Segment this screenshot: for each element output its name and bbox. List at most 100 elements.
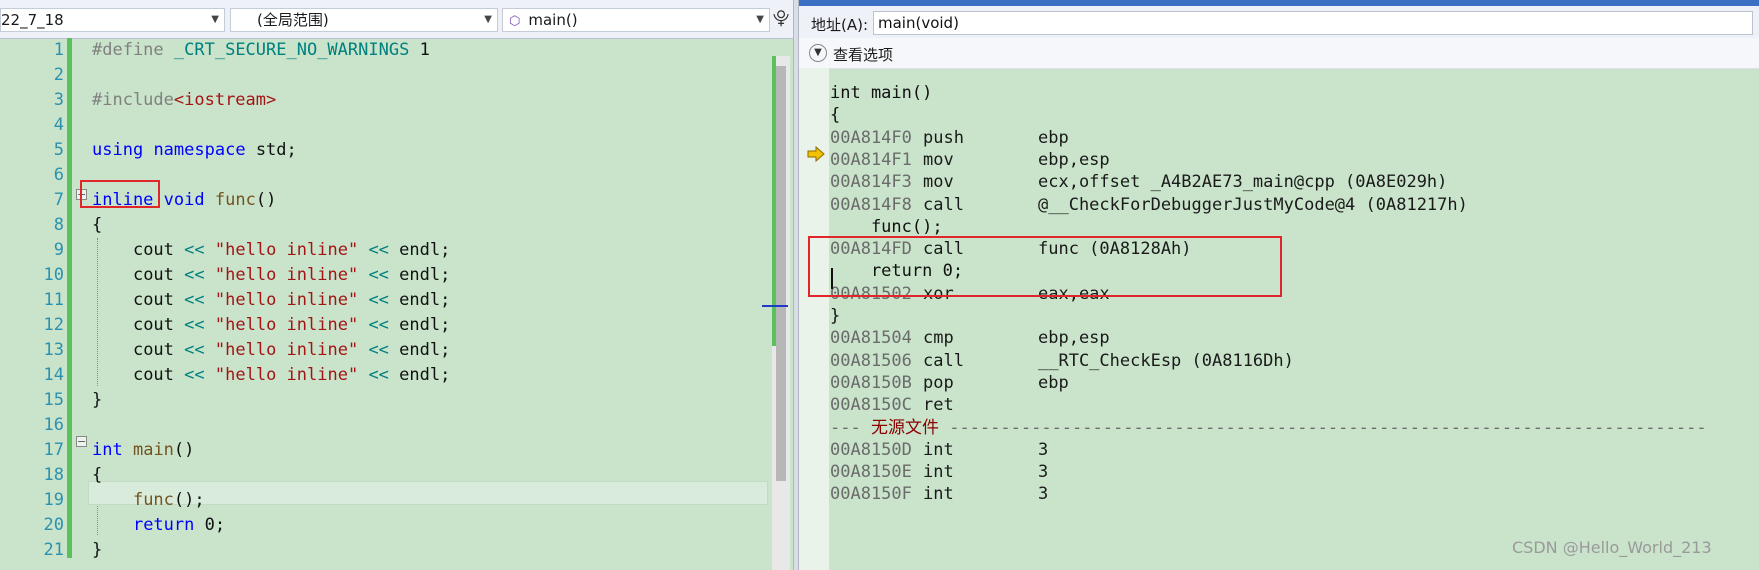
code-line-14: cout << "hello inline" << endl; — [132, 365, 451, 385]
line-number: 12 — [43, 315, 64, 335]
line-number-gutter: 1 2 3 4 5 6 7 8 9 10 11 12 13 14 15 16 17 18 19 20 21 — [0, 38, 64, 570]
code-line-5: using namespace std; — [92, 140, 297, 160]
execution-pointer-arrow-icon — [807, 146, 825, 162]
code-line-21: } — [92, 540, 103, 560]
line-number: 6 — [53, 165, 64, 185]
instruction-row: 00A814F0 push ebp — [830, 126, 1069, 151]
instruction-operands: ebp — [1038, 372, 1069, 393]
line-number: 2 — [53, 65, 64, 85]
chevron-down-icon: ▼ — [211, 14, 219, 25]
instruction-address: 00A8150E — [830, 462, 912, 483]
code-line-3: #include<iostream> — [92, 90, 277, 110]
address-input[interactable]: main(void) — [873, 11, 1753, 35]
watermark: CSDN @Hello_World_213 — [1512, 538, 1712, 557]
split-window-icon[interactable]: ⯓ — [772, 9, 790, 31]
line-number: 14 — [43, 365, 64, 385]
instruction-address: 00A81504 — [830, 328, 912, 349]
line-number: 8 — [53, 215, 64, 235]
line-number: 4 — [53, 115, 64, 135]
instruction-operands: ebp,esp — [1038, 328, 1110, 349]
instruction-operands: 3 — [1038, 484, 1049, 505]
chevron-down-icon: ▼ — [756, 14, 764, 25]
line-number: 9 — [53, 240, 64, 260]
instruction-row: 00A81504 cmp ebp,esp — [830, 326, 1110, 351]
source-line-text: { — [830, 105, 841, 126]
line-number: 20 — [43, 515, 64, 535]
function-dropdown[interactable]: ⬡ main() ▼ — [502, 8, 770, 32]
instruction-mnemonic: call — [923, 194, 964, 215]
function-dropdown-value: main() — [528, 11, 578, 29]
instruction-address: 00A8150B — [830, 372, 912, 393]
instruction-address: 00A8150D — [830, 439, 912, 460]
instruction-row: 00A814F3 mov ecx,offset _A4B2AE73_main@cpp… — [830, 170, 1447, 195]
code-line-11: cout << "hello inline" << endl; — [132, 290, 451, 310]
view-options-bar: ▼ 查看选项 — [799, 38, 1759, 69]
instruction-row: 00A8150C ret — [830, 393, 1038, 418]
code-line-10: cout << "hello inline" << endl; — [132, 265, 451, 285]
instruction-address: 00A814F3 — [830, 172, 912, 193]
line-number: 11 — [43, 290, 64, 310]
project-dropdown-value: 22_7_18 — [1, 11, 64, 29]
change-tracking-bar — [67, 38, 72, 558]
function-cube-icon: ⬡ — [509, 14, 521, 29]
code-line-19: func(); — [132, 490, 205, 510]
instruction-address: 00A81506 — [830, 350, 912, 371]
line-number: 10 — [43, 265, 64, 285]
source-line: int main() — [830, 81, 932, 106]
instruction-mnemonic: push — [923, 127, 964, 148]
line-number: 21 — [43, 540, 64, 560]
instruction-row: 00A8150B pop ebp — [830, 371, 1069, 396]
instruction-mnemonic: ret — [923, 395, 954, 416]
no-source-label: 无源文件 — [870, 417, 939, 438]
source-line-text: int main() — [830, 83, 933, 103]
code-line-1: #define _CRT_SECURE_NO_WARNINGS 1 — [92, 40, 430, 60]
line-number: 3 — [53, 90, 64, 110]
code-line-8: { — [92, 215, 103, 235]
code-line-20: return 0; — [132, 515, 226, 535]
instruction-mnemonic: pop — [923, 372, 954, 393]
instruction-mnemonic: cmp — [923, 328, 954, 349]
instruction-operands: @__CheckForDebuggerJustMyCode@4 (0A81217… — [1038, 194, 1468, 215]
instruction-operands: __RTC_CheckEsp (0A8116Dh) — [1038, 350, 1294, 371]
line-number: 19 — [43, 490, 64, 510]
navigation-bar: 22_7_18 ▼ (全局范围) ▼ ⬡ main() ▼ ⯓ — [0, 0, 793, 39]
disassembly-gutter — [799, 68, 829, 570]
instruction-row: 00A8150F int 3 — [830, 482, 1048, 507]
instruction-row: 00A8150E int 3 — [830, 460, 1048, 485]
line-number: 18 — [43, 465, 64, 485]
code-line-15: } — [92, 390, 103, 410]
instruction-address: 00A8150C — [830, 395, 912, 416]
line-number: 1 — [53, 40, 64, 60]
instruction-row: 00A814F8 call @__CheckForDebuggerJustMyCod… — [830, 193, 1468, 218]
fold-collapse-icon[interactable]: − — [76, 436, 87, 447]
source-line: } — [830, 304, 840, 329]
instruction-mnemonic: call — [923, 350, 964, 371]
source-line-text: } — [830, 306, 841, 326]
code-line-12: cout << "hello inline" << endl; — [132, 315, 451, 335]
address-bar: 地址(A): main(void) — [799, 6, 1759, 39]
code-line-17: int main() — [92, 440, 195, 460]
address-label: 地址(A): — [811, 16, 869, 34]
scrollbar-thumb[interactable] — [776, 66, 786, 481]
chevron-down-icon: ▼ — [484, 14, 492, 25]
vertical-scrollbar[interactable] — [772, 56, 790, 570]
project-dropdown[interactable]: 22_7_18 ▼ — [0, 8, 225, 32]
line-number: 15 — [43, 390, 64, 410]
source-editor-pane[interactable]: 22_7_18 ▼ (全局范围) ▼ ⬡ main() ▼ ⯓ 1 2 3 4 5 6 7 8 9 10 1… — [0, 0, 793, 570]
instruction-row: 00A814F1 mov ebp,esp — [830, 148, 1110, 173]
instruction-mnemonic: int — [923, 484, 954, 505]
annotation-box-func-call — [808, 236, 1282, 297]
instruction-mnemonic: int — [923, 462, 954, 483]
no-source-separator: --- 无源文件 -------------------------------… — [830, 416, 1707, 441]
line-number: 7 — [53, 190, 64, 210]
code-line-18: { — [92, 465, 103, 485]
instruction-operands: 3 — [1038, 439, 1049, 460]
instruction-address: 00A814F1 — [830, 149, 912, 170]
instruction-operands: 3 — [1038, 462, 1049, 483]
line-number: 13 — [43, 340, 64, 360]
view-options-toggle[interactable]: 查看选项 — [833, 44, 893, 65]
chevron-down-icon[interactable]: ▼ — [809, 44, 827, 62]
instruction-mnemonic: mov — [923, 172, 954, 193]
annotation-box-inline-keyword — [80, 180, 160, 208]
scope-dropdown[interactable]: (全局范围) ▼ — [230, 8, 498, 32]
